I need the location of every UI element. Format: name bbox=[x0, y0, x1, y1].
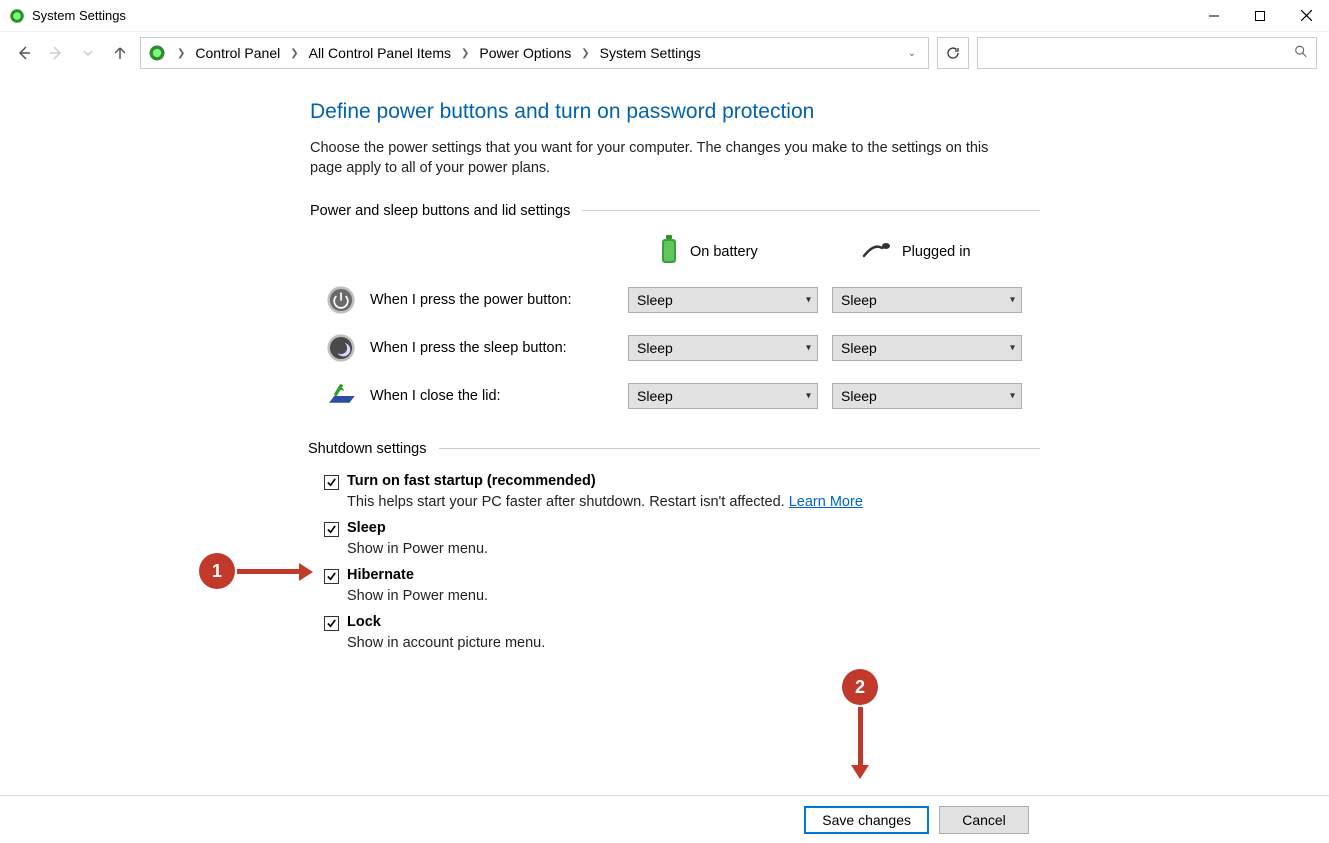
dropdown-lid-battery[interactable]: Sleep ▾ bbox=[628, 383, 818, 409]
maximize-button[interactable] bbox=[1237, 0, 1283, 32]
search-box[interactable] bbox=[977, 37, 1317, 69]
chevron-right-icon[interactable]: ❯ bbox=[288, 48, 300, 59]
option-desc: Show in Power menu. bbox=[347, 588, 1040, 604]
chevron-down-icon[interactable]: ⌄ bbox=[908, 48, 922, 59]
option-lock: Lock Show in account picture menu. bbox=[324, 614, 1040, 651]
page-description: Choose the power settings that you want … bbox=[310, 138, 1010, 179]
forward-button[interactable] bbox=[44, 41, 68, 65]
power-grid: On battery Plugged in When I press the p… bbox=[324, 235, 1040, 413]
annotation-badge-2: 2 bbox=[842, 669, 878, 705]
chevron-down-icon: ▾ bbox=[1010, 294, 1015, 305]
battery-icon bbox=[658, 235, 680, 269]
sleep-button-icon bbox=[324, 331, 358, 365]
learn-more-link[interactable]: Learn More bbox=[789, 494, 863, 510]
titlebar: System Settings bbox=[0, 0, 1329, 32]
shutdown-settings: Turn on fast startup (recommended) This … bbox=[324, 473, 1040, 651]
column-battery: On battery bbox=[628, 235, 818, 269]
dropdown-power-plugged[interactable]: Sleep ▾ bbox=[832, 287, 1022, 313]
back-button[interactable] bbox=[12, 41, 36, 65]
refresh-button[interactable] bbox=[937, 37, 969, 69]
bottom-bar: Save changes Cancel bbox=[0, 795, 1329, 843]
option-desc: Show in account picture menu. bbox=[347, 635, 1040, 651]
chevron-right-icon[interactable]: ❯ bbox=[579, 48, 591, 59]
annotation-arrowhead-2 bbox=[851, 765, 869, 779]
breadcrumb-item[interactable]: Control Panel bbox=[189, 45, 286, 61]
option-desc: This helps start your PC faster after sh… bbox=[347, 494, 1040, 510]
chevron-down-icon: ▾ bbox=[1010, 342, 1015, 353]
chevron-down-icon: ▾ bbox=[1010, 390, 1015, 401]
breadcrumb-icon bbox=[147, 43, 167, 63]
app-icon bbox=[8, 7, 26, 25]
power-button-icon bbox=[324, 283, 358, 317]
window-title: System Settings bbox=[32, 8, 126, 23]
breadcrumb-item[interactable]: Power Options bbox=[473, 45, 577, 61]
section-header-power: Power and sleep buttons and lid settings bbox=[310, 203, 1040, 219]
option-hibernate: Hibernate Show in Power menu. bbox=[324, 567, 1040, 604]
option-fast-startup: Turn on fast startup (recommended) This … bbox=[324, 473, 1040, 510]
annotation-arrowhead-1 bbox=[299, 563, 313, 581]
dropdown-sleep-plugged[interactable]: Sleep ▾ bbox=[832, 335, 1022, 361]
chevron-down-icon: ▾ bbox=[806, 342, 811, 353]
page-title: Define power buttons and turn on passwor… bbox=[310, 100, 1040, 124]
dropdown-lid-plugged[interactable]: Sleep ▾ bbox=[832, 383, 1022, 409]
recent-dropdown-icon[interactable] bbox=[76, 41, 100, 65]
cancel-button[interactable]: Cancel bbox=[939, 806, 1029, 834]
dropdown-power-battery[interactable]: Sleep ▾ bbox=[628, 287, 818, 313]
chevron-right-icon[interactable]: ❯ bbox=[459, 48, 471, 59]
row-sleep-button: When I press the sleep button: bbox=[324, 331, 614, 365]
dropdown-sleep-battery[interactable]: Sleep ▾ bbox=[628, 335, 818, 361]
option-sleep: Sleep Show in Power menu. bbox=[324, 520, 1040, 557]
toolbar: ❯ Control Panel ❯ All Control Panel Item… bbox=[0, 32, 1329, 74]
minimize-button[interactable] bbox=[1191, 0, 1237, 32]
plug-icon bbox=[862, 241, 892, 263]
checkbox-sleep[interactable] bbox=[324, 522, 339, 537]
checkbox-hibernate[interactable] bbox=[324, 569, 339, 584]
chevron-down-icon: ▾ bbox=[806, 390, 811, 401]
checkbox-lock[interactable] bbox=[324, 616, 339, 631]
content: Define power buttons and turn on passwor… bbox=[0, 100, 1040, 661]
annotation-arrow-2 bbox=[858, 707, 863, 765]
search-input[interactable] bbox=[978, 38, 1316, 68]
search-icon[interactable] bbox=[1294, 45, 1308, 62]
breadcrumb-item[interactable]: System Settings bbox=[594, 45, 707, 61]
annotation-badge-1: 1 bbox=[199, 553, 235, 589]
annotation-arrow-1 bbox=[237, 569, 299, 574]
chevron-down-icon: ▾ bbox=[806, 294, 811, 305]
close-button[interactable] bbox=[1283, 0, 1329, 32]
section-header-shutdown: Shutdown settings bbox=[308, 441, 1040, 457]
option-desc: Show in Power menu. bbox=[347, 541, 1040, 557]
lid-icon bbox=[324, 379, 358, 413]
row-close-lid: When I close the lid: bbox=[324, 379, 614, 413]
column-plugged: Plugged in bbox=[832, 241, 1022, 263]
chevron-right-icon[interactable]: ❯ bbox=[175, 48, 187, 59]
up-button[interactable] bbox=[108, 41, 132, 65]
breadcrumb-item[interactable]: All Control Panel Items bbox=[303, 45, 457, 61]
row-power-button: When I press the power button: bbox=[324, 283, 614, 317]
save-button[interactable]: Save changes bbox=[804, 806, 929, 834]
breadcrumb[interactable]: ❯ Control Panel ❯ All Control Panel Item… bbox=[140, 37, 929, 69]
checkbox-fast-startup[interactable] bbox=[324, 475, 339, 490]
